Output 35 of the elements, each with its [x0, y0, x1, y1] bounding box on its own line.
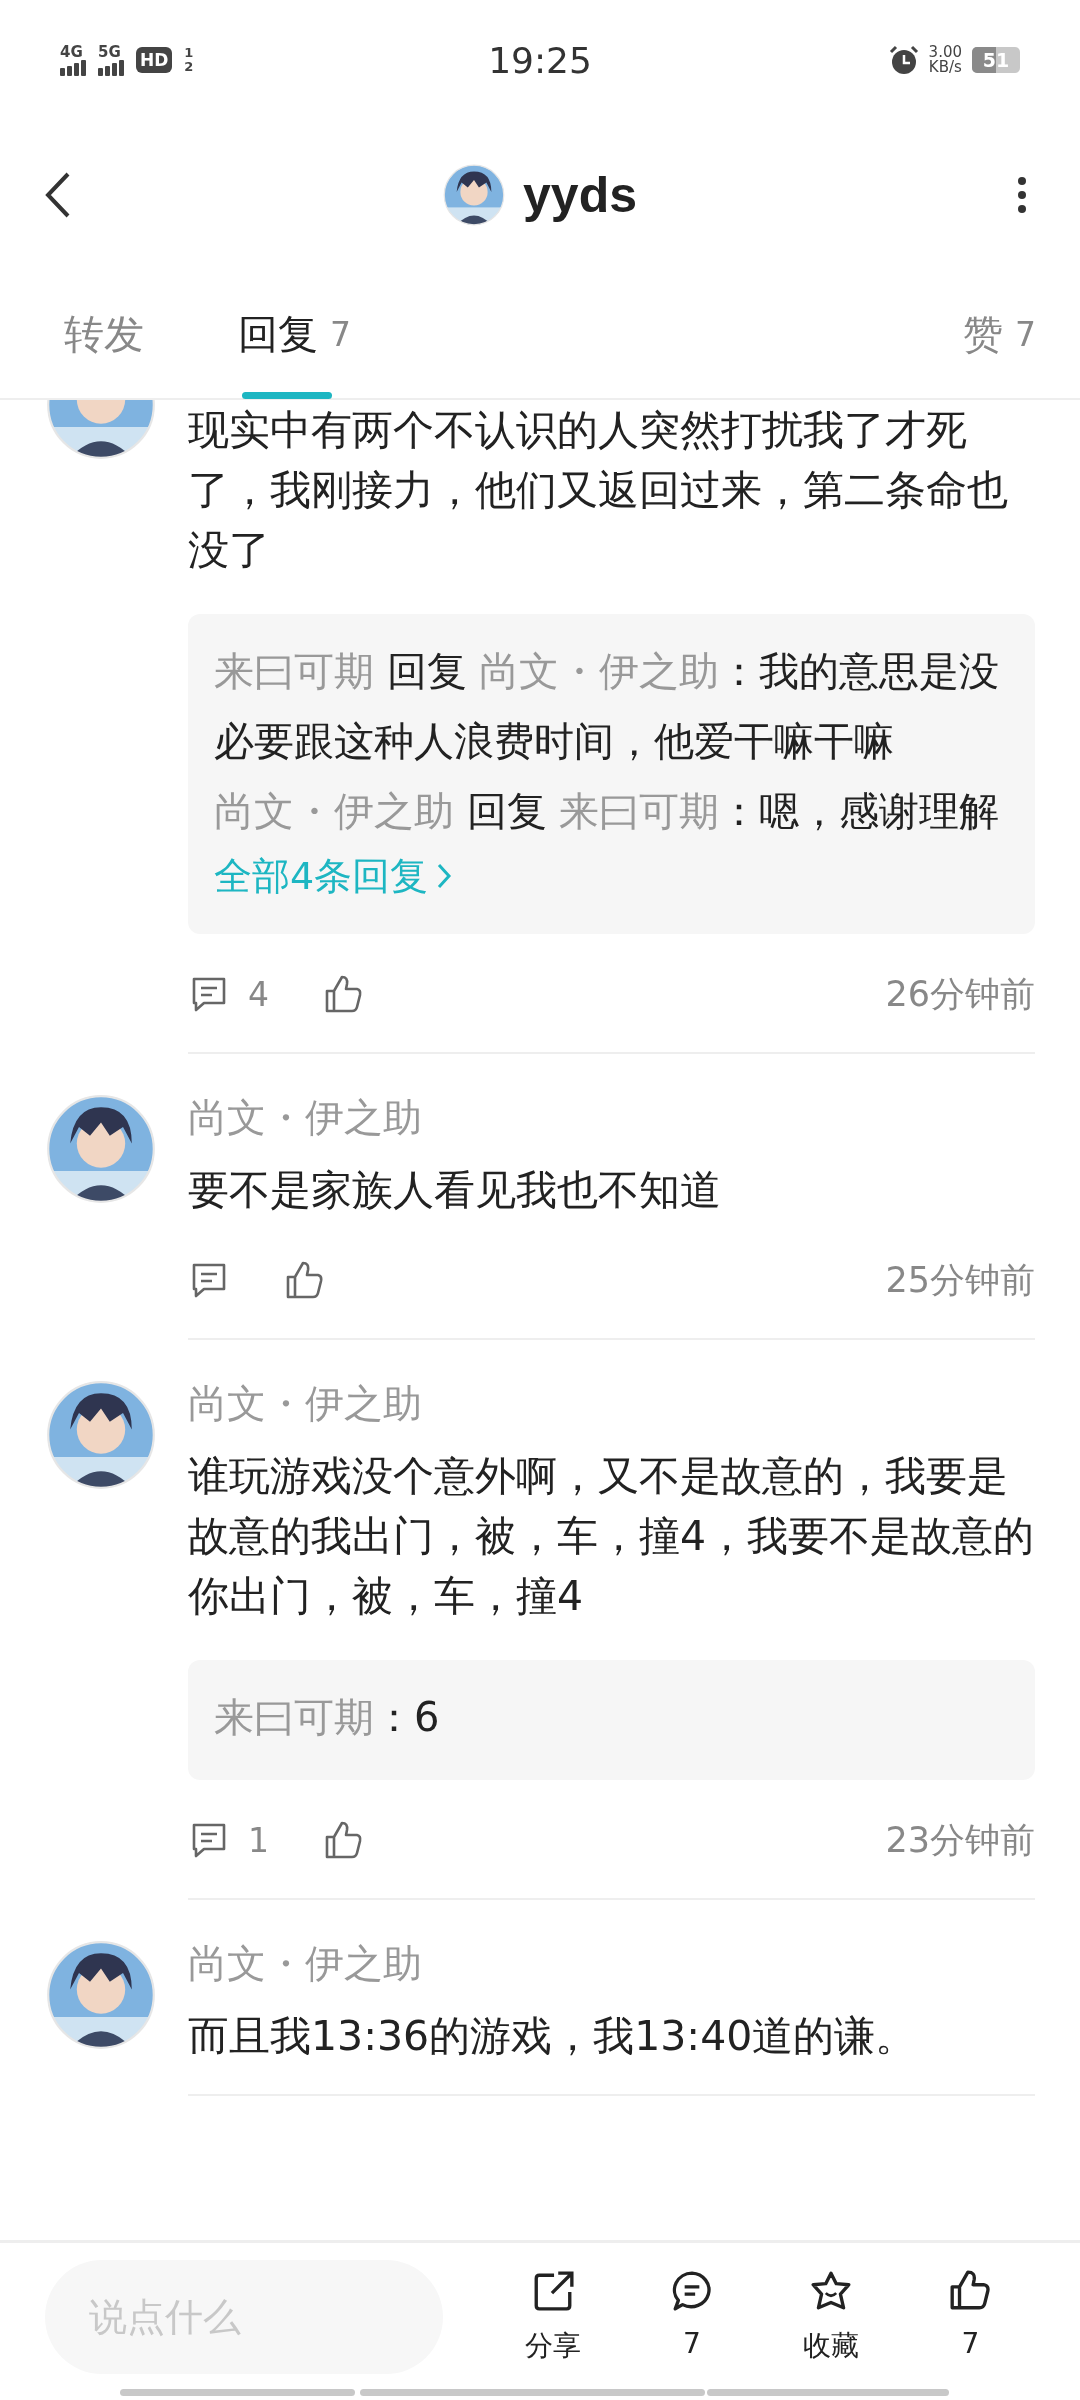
- net-speed-unit: KB/s: [928, 60, 962, 75]
- alarm-icon: [888, 45, 919, 75]
- tab[interactable]: 回复 7: [234, 270, 355, 398]
- comment-text: 谁玩游戏没个意外啊，又不是故意的，我要是故意的我出门，被，车，撞4，我要不是故意的你出门，被，车，撞4: [188, 1451, 1035, 1622]
- reply-box[interactable]: 来曰可期 回复 尚文・伊之助：我的意思是没必要跟这种人浪费时间，他爱干嘛干嘛 尚文・伊之助 回复 来曰可期：嗯，感谢理解 全部4条回复: [188, 614, 1035, 934]
- reply-text: 尚文・伊之助 回复 来曰可期：嗯，感谢理解: [214, 787, 1001, 836]
- network-type: 4G: [60, 44, 84, 60]
- sim-label: 2: [184, 60, 194, 74]
- reply-text: 来曰可期 回复 尚文・伊之助：我的意思是没必要跟这种人浪费时间，他爱干嘛干嘛: [214, 647, 1001, 766]
- favorite-button[interactable]: 收藏: [781, 2268, 882, 2365]
- reply-box[interactable]: 来曰可期：6: [188, 1660, 1035, 1780]
- signal-icon: [98, 59, 124, 76]
- timestamp: 26分钟前: [885, 972, 1035, 1016]
- comment-text: 而且我13:36的游戏，我13:40道的谦。: [188, 2011, 918, 2062]
- chevron-right-icon: [436, 862, 453, 890]
- battery-icon: 51: [972, 47, 1020, 73]
- timestamp: 23分钟前: [885, 1818, 1035, 1862]
- signal-icon: [60, 59, 86, 76]
- net-speed: 3.00: [928, 45, 962, 60]
- reply-text: 来曰可期：6: [214, 1693, 441, 1742]
- header-title: yyds: [523, 166, 637, 224]
- tab[interactable]: 赞 7: [959, 270, 1040, 398]
- sim-label: 1: [184, 46, 194, 60]
- reply-count: 1: [248, 1820, 269, 1860]
- share-button[interactable]: 分享: [502, 2268, 603, 2365]
- hd-badge: HD: [136, 47, 173, 73]
- tab[interactable]: 转发: [60, 270, 148, 398]
- comment-text: 要不是家族人看见我也不知道: [188, 1165, 722, 1216]
- clock: 19:25: [488, 39, 592, 81]
- comment-button[interactable]: 7: [641, 2268, 742, 2365]
- timestamp: 25分钟前: [885, 1258, 1035, 1302]
- comment-text: 现实中有两个不认识的人突然打扰我了才死了，我刚接力，他们又返回过来，第二条命也没了: [188, 405, 1009, 576]
- network-type: 5G: [98, 44, 122, 60]
- reply-count: 4: [248, 974, 269, 1014]
- like-button[interactable]: 7: [920, 2268, 1021, 2365]
